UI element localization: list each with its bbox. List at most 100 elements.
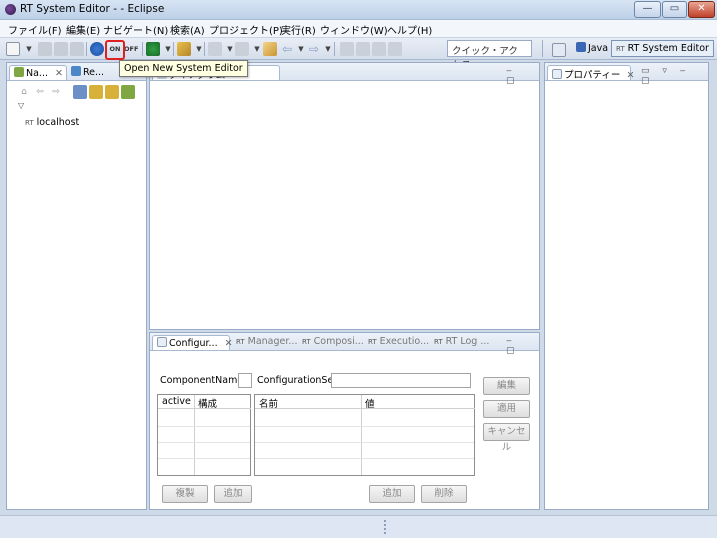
toggle-mark-icon[interactable] [356, 42, 370, 56]
menu-help[interactable]: ヘルプ(H) [387, 22, 432, 37]
dropdown-arrow-icon[interactable]: ▼ [294, 42, 308, 56]
menu-file[interactable]: ファイル(F) [8, 22, 62, 37]
table-row [158, 458, 250, 459]
tree-item-localhost[interactable]: RT localhost [25, 117, 79, 128]
panel-min-max-icons[interactable]: ‒ ▢ [506, 66, 539, 86]
tab-manager[interactable]: RT Manager... [232, 335, 301, 350]
column-header-configuration[interactable]: 構成 [194, 395, 251, 410]
menu-window[interactable]: ウィンドウ(W) [320, 22, 388, 37]
highlight-box [105, 40, 125, 60]
tab-composite[interactable]: RT Composi... [298, 335, 368, 350]
configuration-set-table[interactable]: active 構成 [157, 394, 251, 476]
minimize-button[interactable]: — [634, 1, 661, 18]
properties-panel: プロパティー ✕ ▭ ▿ ‒ ▢ [544, 62, 709, 510]
pencil-icon[interactable] [177, 42, 191, 56]
toolbar-separator [86, 42, 87, 56]
next-annotation-icon[interactable] [208, 42, 222, 56]
close-tab-icon[interactable]: ✕ [55, 68, 63, 79]
menu-project[interactable]: プロジェクト(P) [209, 22, 283, 37]
panel-min-max-icons[interactable]: ‒ ▢ [506, 336, 539, 356]
add-parameter-button[interactable]: 追加 [369, 485, 415, 503]
home-icon[interactable]: ⌂ [17, 85, 31, 99]
add-name-server-icon[interactable] [121, 85, 135, 99]
pin-editor-icon[interactable] [340, 42, 354, 56]
edit-button[interactable]: 編集 [483, 377, 530, 395]
back-icon[interactable]: ⇦ [280, 42, 294, 56]
tab-navigator[interactable]: Na... ✕ [9, 65, 67, 80]
tab-rt-log[interactable]: RT RT Log ... [430, 335, 493, 350]
editor-panel: ダイアグラム ✕ ‒ ▢ [149, 62, 540, 330]
rt-icon: RT [368, 338, 377, 346]
save-all-icon[interactable] [54, 42, 68, 56]
prev-annotation-icon[interactable] [235, 42, 249, 56]
globe-icon[interactable] [90, 42, 104, 56]
off-system-editor-icon[interactable]: OFF [124, 42, 138, 56]
quick-access-input[interactable]: クイック・アクセス [447, 40, 532, 71]
toolbar-separator [173, 42, 174, 56]
column-divider [361, 395, 362, 475]
java-icon [576, 42, 586, 52]
navigator-panel: Na... ✕ Re... ⌂ ⇦ ⇨ ▽ RT localhost [6, 62, 147, 510]
perspective-java[interactable]: Java [572, 40, 612, 57]
new-icon[interactable] [6, 42, 20, 56]
tab-execution[interactable]: RT Executio... [364, 335, 433, 350]
copy-button[interactable]: 複製 [162, 485, 208, 503]
save-icon[interactable] [38, 42, 52, 56]
dropdown-arrow-icon[interactable]: ▼ [22, 42, 36, 56]
forward-icon[interactable]: ⇨ [307, 42, 321, 56]
back-icon[interactable]: ⇦ [33, 85, 47, 99]
refresh-icon[interactable] [73, 85, 87, 99]
add-configuration-set-button[interactable]: 追加 [214, 485, 252, 503]
apply-button[interactable]: 適用 [483, 400, 530, 418]
tool-icon[interactable] [388, 42, 402, 56]
component-name-label: ComponentName: [160, 375, 247, 386]
last-edit-icon[interactable] [263, 42, 277, 56]
menu-search[interactable]: 検索(A) [170, 22, 205, 37]
configuration-params-table[interactable]: 名前 値 [254, 394, 475, 476]
rt-icon: RT [616, 45, 625, 53]
tab-properties[interactable]: プロパティー ✕ [547, 65, 634, 81]
menu-edit[interactable]: 編集(E) [66, 22, 100, 37]
toolbar-separator [204, 42, 205, 56]
tooltip: Open New System Editor [119, 60, 248, 77]
toolbar-separator [334, 42, 335, 56]
component-name-field[interactable] [238, 373, 252, 388]
menu-navigate[interactable]: ナビゲート(N) [103, 22, 168, 37]
column-header-name[interactable]: 名前 [255, 395, 361, 410]
table-row [158, 426, 250, 427]
close-button[interactable]: ✕ [688, 1, 715, 18]
print-icon[interactable] [70, 42, 84, 56]
column-header-value[interactable]: 値 [361, 395, 475, 410]
tab-repository[interactable]: Re... [67, 65, 127, 80]
navigator-icon [14, 67, 24, 77]
toolbar-separator [142, 42, 143, 56]
column-header-active[interactable]: active [158, 395, 194, 409]
open-perspective-icon[interactable] [552, 43, 566, 57]
delete-button[interactable]: 削除 [421, 485, 467, 503]
link-icon[interactable] [372, 42, 386, 56]
filter-icon[interactable] [89, 85, 103, 99]
configuration-set-field[interactable] [331, 373, 471, 388]
perspective-rt-system-editor[interactable]: RT RT System Editor [611, 40, 714, 57]
close-tab-icon[interactable]: ✕ [626, 70, 634, 81]
tab-configuration[interactable]: Configur... ✕ [152, 335, 233, 350]
run-icon[interactable] [146, 42, 160, 56]
maximize-button[interactable]: ▭ [662, 1, 687, 18]
dropdown-arrow-icon[interactable]: ▼ [321, 42, 335, 56]
collapse-icon[interactable]: ▽ [18, 101, 24, 110]
rt-icon: RT [25, 119, 34, 127]
cancel-button[interactable]: キャンセル [483, 423, 530, 453]
title-bar: RT System Editor - - Eclipse — ▭ ✕ [0, 0, 717, 20]
status-grip[interactable] [384, 520, 386, 534]
menu-run[interactable]: 実行(R) [281, 22, 316, 37]
connect-icon[interactable] [105, 85, 119, 99]
status-bar [0, 515, 717, 538]
toolbar-separator [542, 40, 543, 57]
forward-icon[interactable]: ⇨ [49, 85, 63, 99]
rt-icon: RT [302, 338, 311, 346]
configuration-icon [157, 337, 167, 347]
panel-toolbar-icons[interactable]: ▭ ▿ ‒ ▢ [641, 66, 708, 86]
repository-icon [71, 66, 81, 76]
rt-icon: RT [434, 338, 443, 346]
dropdown-arrow-icon[interactable]: ▼ [250, 42, 264, 56]
